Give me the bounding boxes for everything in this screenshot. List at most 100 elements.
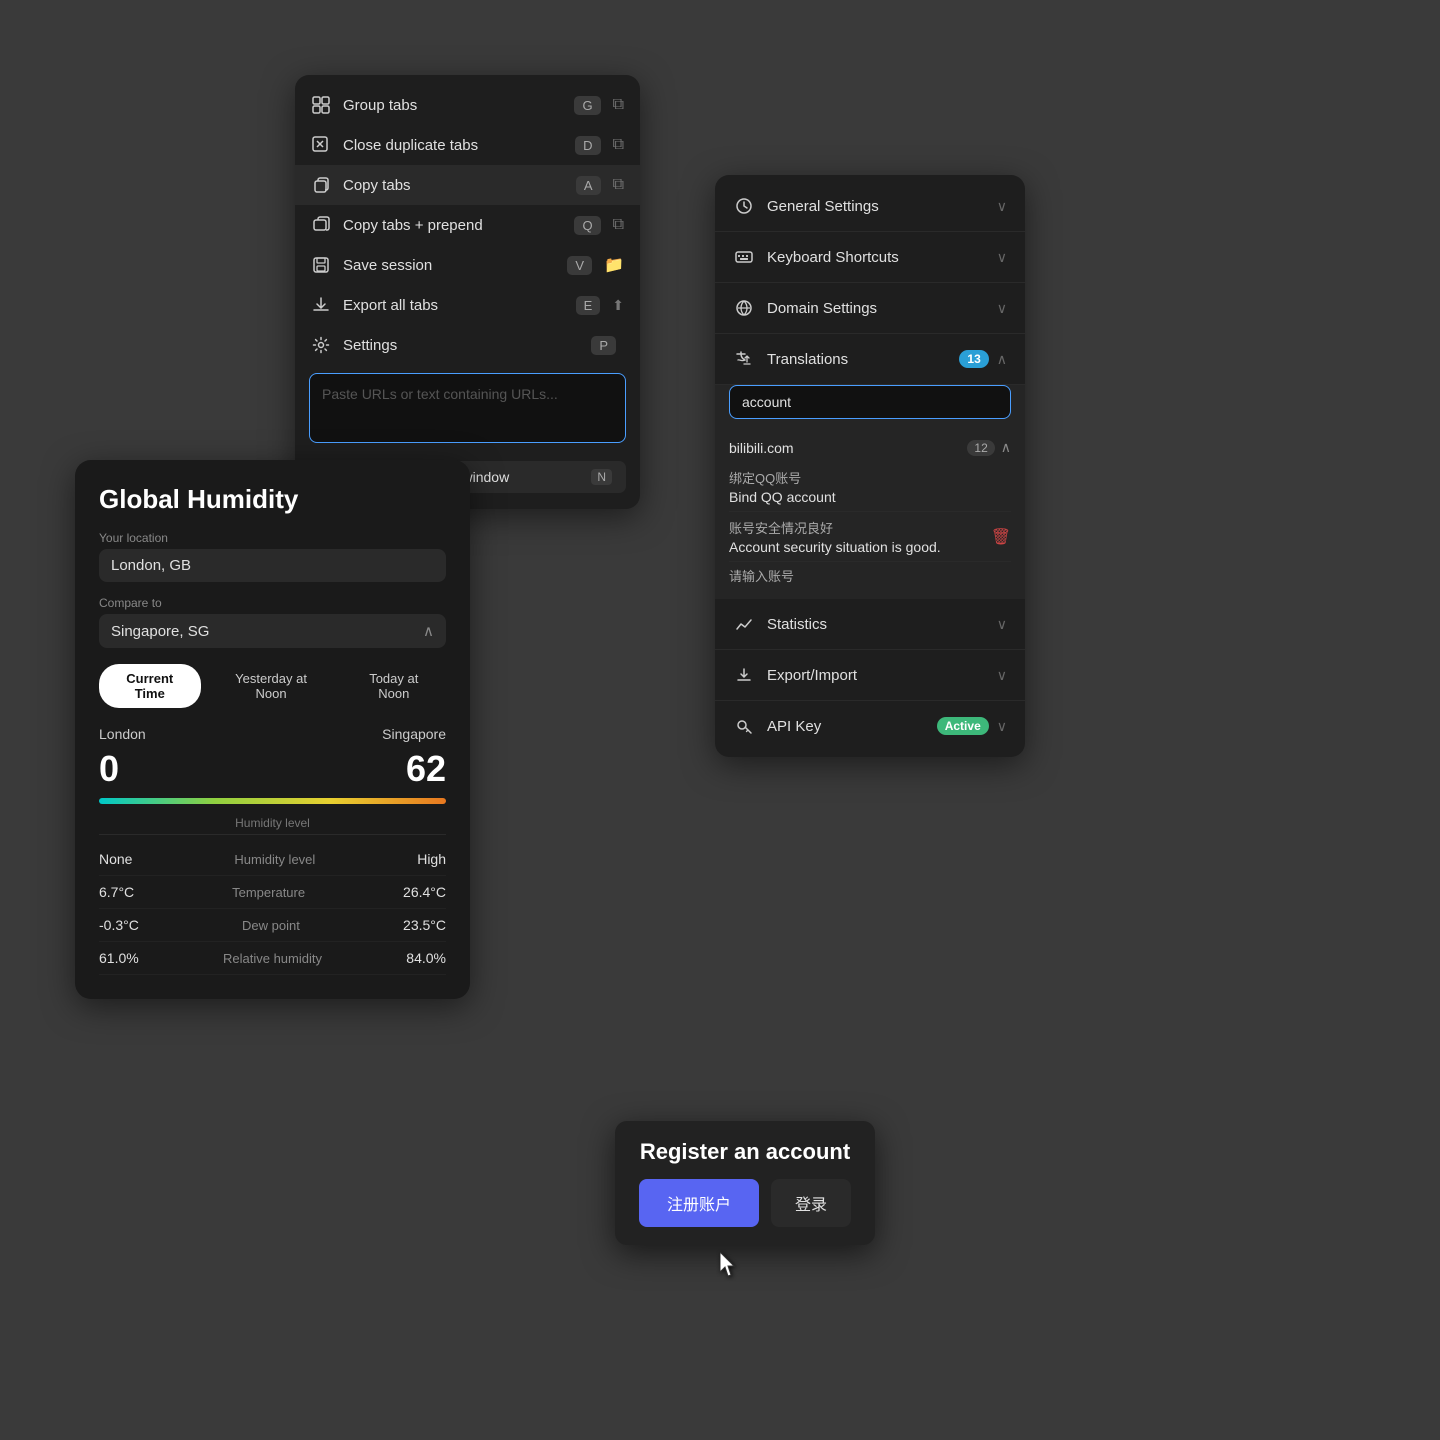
close-duplicate-shortcut: D	[575, 136, 600, 155]
settings-translations[interactable]: Translations 13 ∧	[715, 334, 1025, 385]
tab-manager-item-copy-prepend[interactable]: Copy tabs + prepend Q ⧉	[295, 205, 640, 245]
general-settings-label: General Settings	[767, 198, 997, 215]
translation-group-chevron-icon: ∧	[1001, 439, 1011, 456]
settings-panel: General Settings ∨ Keyboard Shortcuts ∨ …	[715, 175, 1025, 757]
stat-1-left: 6.7°C	[99, 884, 134, 900]
domain-settings-icon	[733, 297, 755, 319]
tab-manager-popup: Group tabs G ⧉ Close duplicate tabs D ⧉ …	[295, 75, 640, 509]
humidity-card: Global Humidity Your location London, GB…	[75, 460, 470, 999]
compare-value: Singapore, SG	[111, 623, 209, 640]
location-value[interactable]: London, GB	[99, 549, 446, 582]
stat-3-center: Relative humidity	[223, 951, 322, 966]
city1-name: London	[99, 726, 146, 742]
translation-delete-icon[interactable]: 🗑	[991, 527, 1011, 547]
copy-tabs-action: ⧉	[613, 176, 624, 194]
close-duplicate-icon	[311, 135, 331, 155]
stat-2-center: Dew point	[242, 918, 300, 933]
settings-export-import[interactable]: Export/Import ∨	[715, 650, 1025, 701]
general-settings-icon	[733, 195, 755, 217]
stat-0-left: None	[99, 851, 132, 867]
register-title: Register an account	[639, 1139, 851, 1165]
translation-1-english: Account security situation is good.	[729, 539, 1011, 555]
save-session-shortcut: V	[567, 256, 592, 275]
register-buttons: 注册账户 登录	[639, 1179, 851, 1227]
export-all-shortcut: E	[576, 296, 601, 315]
copy-prepend-label: Copy tabs + prepend	[343, 217, 574, 234]
settings-shortcut: P	[591, 336, 616, 355]
tab-manager-item-save-session[interactable]: Save session V 📁	[295, 245, 640, 285]
copy-prepend-action: ⧉	[613, 216, 624, 234]
stat-1-center: Temperature	[232, 885, 305, 900]
time-button-group: Current Time Yesterday at Noon Today at …	[99, 664, 446, 708]
translation-partial: 请输入账号	[729, 562, 1011, 589]
tab-manager-item-close-duplicate[interactable]: Close duplicate tabs D ⧉	[295, 125, 640, 165]
tab-manager-item-group-tabs[interactable]: Group tabs G ⧉	[295, 85, 640, 125]
paste-placeholder: Paste URLs or text containing URLs...	[322, 386, 558, 402]
translation-group-bilibili[interactable]: bilibili.com 12 ∧	[729, 429, 1011, 462]
tab-manager-item-copy-tabs[interactable]: Copy tabs A ⧉	[295, 165, 640, 205]
stat-2-right: 23.5°C	[403, 917, 446, 933]
close-duplicate-action: ⧉	[613, 136, 624, 154]
export-all-icon	[311, 295, 331, 315]
stats-header: Humidity level	[99, 816, 446, 835]
keyboard-chevron-icon: ∨	[997, 249, 1007, 266]
register-primary-button[interactable]: 注册账户	[639, 1179, 759, 1227]
your-location-label: Your location	[99, 531, 446, 545]
current-time-button[interactable]: Current Time	[99, 664, 201, 708]
translations-badge: 13	[959, 350, 988, 368]
statistics-icon	[733, 613, 755, 635]
translations-chevron-icon: ∧	[997, 351, 1007, 368]
translations-icon	[733, 348, 755, 370]
settings-statistics[interactable]: Statistics ∨	[715, 599, 1025, 650]
humidity-title: Global Humidity	[99, 484, 446, 515]
stats-row-0: None Humidity level High	[99, 843, 446, 876]
translation-item-0: 绑定QQ账号 Bind QQ account	[729, 462, 1011, 512]
close-duplicate-label: Close duplicate tabs	[343, 137, 575, 154]
settings-domain[interactable]: Domain Settings ∨	[715, 283, 1025, 334]
city-names-row: London Singapore	[99, 726, 446, 742]
stats-row-2: -0.3°C Dew point 23.5°C	[99, 909, 446, 942]
compare-to-label: Compare to	[99, 596, 446, 610]
new-window-shortcut: N	[591, 469, 612, 485]
keyboard-shortcuts-icon	[733, 246, 755, 268]
copy-prepend-shortcut: Q	[574, 216, 600, 235]
general-chevron-icon: ∨	[997, 198, 1007, 215]
today-noon-button[interactable]: Today at Noon	[342, 664, 446, 708]
paste-url-area[interactable]: Paste URLs or text containing URLs...	[309, 373, 626, 443]
translations-expanded: bilibili.com 12 ∧ 绑定QQ账号 Bind QQ account…	[715, 385, 1025, 599]
api-key-badge: Active	[937, 717, 989, 735]
settings-api-key[interactable]: API Key Active ∨	[715, 701, 1025, 751]
save-session-icon	[311, 255, 331, 275]
save-session-label: Save session	[343, 257, 567, 274]
humidity-level-header: Humidity level	[235, 816, 310, 830]
tab-manager-item-export-all[interactable]: Export all tabs E ⬆	[295, 285, 640, 325]
tab-manager-item-settings[interactable]: Settings P	[295, 325, 640, 365]
stat-3-left: 61.0%	[99, 950, 139, 966]
stat-0-right: High	[417, 851, 446, 867]
stat-1-right: 26.4°C	[403, 884, 446, 900]
yesterday-noon-button[interactable]: Yesterday at Noon	[209, 664, 334, 708]
export-import-chevron-icon: ∨	[997, 667, 1007, 684]
save-session-action: 📁	[604, 255, 624, 275]
settings-keyboard[interactable]: Keyboard Shortcuts ∨	[715, 232, 1025, 283]
domain-settings-label: Domain Settings	[767, 300, 997, 317]
api-key-chevron-icon: ∨	[997, 718, 1007, 735]
translation-0-chinese: 绑定QQ账号	[729, 468, 1011, 487]
stats-row-1: 6.7°C Temperature 26.4°C	[99, 876, 446, 909]
settings-general[interactable]: General Settings ∨	[715, 181, 1025, 232]
compare-dropdown[interactable]: Singapore, SG ∧	[99, 614, 446, 648]
statistics-label: Statistics	[767, 616, 997, 633]
statistics-chevron-icon: ∨	[997, 616, 1007, 633]
group-tabs-action: ⧉	[613, 96, 624, 114]
mouse-cursor	[720, 1252, 744, 1290]
register-secondary-button[interactable]: 登录	[771, 1179, 851, 1227]
copy-tabs-icon	[311, 175, 331, 195]
translation-1-chinese: 账号安全情况良好	[729, 518, 1011, 537]
settings-label: Settings	[343, 337, 591, 354]
copy-tabs-shortcut: A	[576, 176, 601, 195]
group-tabs-label: Group tabs	[343, 97, 574, 114]
copy-tabs-label: Copy tabs	[343, 177, 576, 194]
keyboard-shortcuts-label: Keyboard Shortcuts	[767, 249, 997, 266]
translations-search-input[interactable]	[729, 385, 1011, 419]
stat-2-left: -0.3°C	[99, 917, 139, 933]
